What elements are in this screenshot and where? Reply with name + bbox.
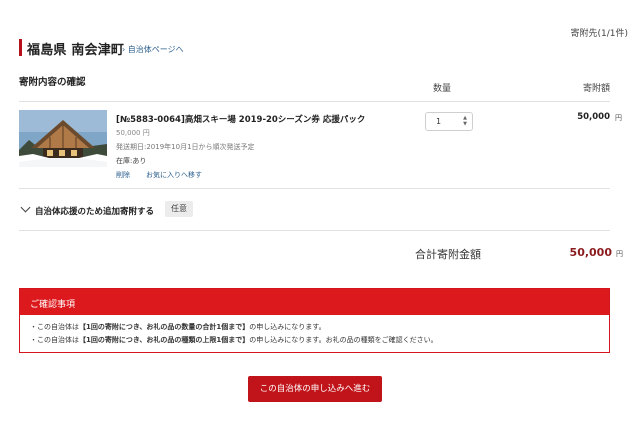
quantity-select[interactable]: 1 ▲ ▼ [425, 112, 473, 131]
optional-badge: 任意 [165, 201, 193, 217]
notice-line-1-bold: 【1回の寄附につき、お礼の品の数量の合計1個まで】 [79, 323, 250, 331]
select-arrows-icon: ▲ ▼ [463, 115, 467, 127]
total-label: 合計寄附金額 [415, 248, 481, 261]
notice-line-1-post: の申し込みになります。 [249, 323, 326, 331]
divider [19, 188, 610, 189]
total-value: 50,000 [569, 246, 612, 259]
municipality-accent-bar [19, 39, 22, 56]
chevron-down-icon[interactable] [20, 202, 31, 213]
notice-line-1: ・この自治体は【1回の寄附につき、お礼の品の数量の合計1個まで】の申し込みになり… [30, 322, 326, 332]
shipping-date: 発送期日:2019年10月1日から順次発送予定 [116, 143, 255, 151]
column-header-quantity: 数量 [433, 84, 452, 94]
item-amount-unit: 円 [615, 114, 622, 122]
extra-donation-toggle[interactable]: 自治体応援のため追加寄附する [35, 205, 154, 217]
stock-status: 在庫:あり [116, 157, 147, 165]
notice-title: ご確認事項 [20, 289, 609, 315]
notice-line-2-post: の申し込みになります。お礼の品の種類をご確認ください。 [249, 336, 438, 344]
move-to-favorites-link[interactable]: お気に入りへ移す [146, 170, 202, 180]
column-header-amount: 寄附額 [582, 84, 610, 94]
notice-line-1-pre: ・この自治体は [30, 323, 79, 331]
notice-line-2: ・この自治体は【1回の寄附につき、お礼の品の種類の上限1個まで】の申し込みになり… [30, 335, 438, 345]
item-amount: 50,000 [577, 112, 610, 122]
municipality-page-link[interactable]: › 自治体ページへ [122, 44, 184, 55]
municipality-name: 福島県 南会津町 [27, 43, 125, 58]
quantity-value: 1 [436, 117, 442, 126]
delete-link[interactable]: 削除 [116, 170, 130, 180]
divider [19, 230, 610, 231]
notice-box: ご確認事項 ・この自治体は【1回の寄附につき、お礼の品の数量の合計1個まで】の申… [19, 288, 610, 353]
product-price: 50,000 円 [116, 129, 150, 137]
notice-line-2-bold: 【1回の寄附につき、お礼の品の種類の上限1個まで】 [79, 336, 250, 344]
notice-line-2-pre: ・この自治体は [30, 336, 79, 344]
product-title[interactable]: [№5883-0064]高畑スキー場 2019-20シーズン券 応援パック [116, 113, 365, 125]
divider [19, 101, 610, 102]
product-image[interactable] [19, 110, 107, 167]
proceed-button[interactable]: この自治体の申し込みへ進む [248, 376, 382, 402]
section-title: 寄附内容の確認 [19, 77, 86, 88]
donation-count: 寄附先(1/1件) [570, 29, 628, 39]
lodge-photo [19, 110, 107, 167]
total-unit: 円 [616, 250, 623, 258]
